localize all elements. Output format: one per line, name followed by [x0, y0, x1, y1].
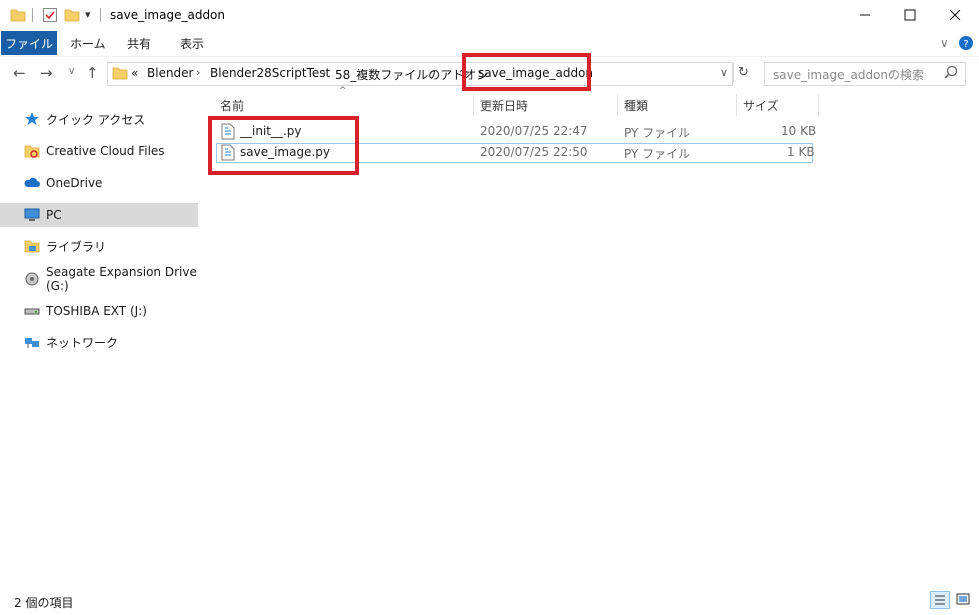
nav-item-toshiba-drive[interactable]: TOSHIBA EXT (J:) — [0, 299, 198, 323]
file-type: PY ファイル — [624, 147, 691, 161]
sort-ascending-icon: ^ — [339, 86, 347, 96]
breadcrumb-overflow[interactable]: « — [131, 66, 138, 80]
annotation-highlight-box — [462, 53, 591, 91]
search-placeholder: save_image_addonの検索 — [773, 68, 925, 82]
nav-item-creative-cloud-files[interactable]: Creative Cloud Files — [0, 139, 198, 163]
nav-item-label: PC — [46, 208, 62, 222]
close-button[interactable] — [932, 0, 978, 30]
column-divider[interactable] — [736, 94, 737, 116]
file-type: PY ファイル — [624, 126, 691, 140]
file-size: 10 KB — [781, 124, 817, 138]
status-item-count: 2 個の項目 — [14, 596, 74, 610]
minimize-icon — [860, 14, 870, 16]
nav-item-libraries[interactable]: ライブラリ — [0, 234, 198, 258]
library-icon — [24, 238, 40, 254]
network-icon — [24, 334, 40, 350]
breadcrumb-item[interactable]: Blender — [147, 66, 194, 80]
nav-item-label: Creative Cloud Files — [46, 144, 165, 158]
maximize-button[interactable] — [887, 0, 933, 30]
address-dropdown-icon[interactable]: ∨ — [720, 66, 728, 79]
refresh-icon[interactable]: ↻ — [738, 65, 749, 80]
toolbar-separator — [100, 8, 101, 22]
nav-item-label: TOSHIBA EXT (J:) — [46, 304, 147, 318]
address-divider — [733, 63, 734, 83]
large-icons-view-icon[interactable] — [954, 591, 974, 609]
back-icon[interactable]: ← — [13, 64, 26, 82]
file-modified: 2020/07/25 22:47 — [480, 124, 588, 138]
cloud-icon — [24, 175, 40, 191]
customize-toolbar-icon[interactable]: ▾ — [85, 8, 91, 21]
column-divider[interactable] — [617, 94, 618, 116]
column-header-name[interactable]: 名前 — [220, 94, 244, 116]
properties-check-icon[interactable] — [42, 7, 58, 26]
help-icon[interactable]: ? — [959, 36, 973, 53]
column-header-modified[interactable]: 更新日時 — [480, 94, 528, 116]
nav-item-label: ライブラリ — [46, 239, 107, 254]
details-view-icon[interactable] — [930, 591, 950, 609]
external-drive-icon — [24, 271, 40, 287]
nav-item-label: ネットワーク — [46, 335, 119, 350]
creative-cloud-folder-icon — [24, 143, 40, 159]
forward-icon[interactable]: → — [40, 64, 53, 82]
column-header-size[interactable]: サイズ — [743, 94, 779, 116]
toolbar-separator — [32, 8, 33, 22]
svg-text:?: ? — [963, 39, 968, 50]
breadcrumb-item[interactable]: Blender28ScriptTest — [210, 66, 330, 80]
close-icon — [949, 9, 961, 21]
file-modified: 2020/07/25 22:50 — [480, 145, 588, 159]
new-folder-icon[interactable] — [64, 7, 80, 26]
monitor-icon — [24, 207, 40, 223]
up-icon[interactable]: ↑ — [86, 64, 99, 82]
annotation-highlight-box — [208, 116, 359, 175]
nav-item-label: OneDrive — [46, 176, 103, 190]
nav-item-quick-access[interactable]: クイック アクセス — [0, 107, 198, 131]
nav-item-seagate-drive[interactable]: Seagate Expansion Drive (G:) — [0, 265, 198, 293]
folder-icon — [10, 7, 26, 26]
search-icon[interactable] — [944, 65, 958, 82]
maximize-icon — [904, 9, 916, 21]
recent-locations-icon[interactable]: ∨ — [68, 66, 75, 77]
tab-share[interactable]: 共有 — [127, 31, 151, 55]
window-title: save_image_addon — [110, 8, 226, 22]
nav-item-label: クイック アクセス — [46, 112, 146, 127]
nav-item-pc[interactable]: PC — [0, 203, 198, 227]
chevron-right-icon[interactable]: › — [322, 66, 326, 79]
drive-icon — [24, 303, 40, 319]
column-divider[interactable] — [818, 94, 819, 116]
nav-item-network[interactable]: ネットワーク — [0, 330, 198, 354]
ribbon-expand-icon[interactable]: ∨ — [940, 36, 949, 50]
nav-item-onedrive[interactable]: OneDrive — [0, 171, 198, 195]
chevron-right-icon[interactable]: › — [196, 66, 200, 79]
column-divider[interactable] — [473, 94, 474, 116]
nav-item-label: Seagate Expansion Drive (G:) — [46, 265, 197, 293]
column-header-type[interactable]: 種類 — [624, 94, 648, 116]
tab-file[interactable]: ファイル — [1, 31, 57, 55]
folder-icon — [112, 65, 128, 84]
tab-home[interactable]: ホーム — [70, 31, 106, 55]
star-pin-icon — [24, 111, 40, 127]
minimize-button[interactable] — [842, 0, 888, 30]
file-size: 1 KB — [787, 145, 815, 159]
tab-view[interactable]: 表示 — [180, 31, 204, 55]
